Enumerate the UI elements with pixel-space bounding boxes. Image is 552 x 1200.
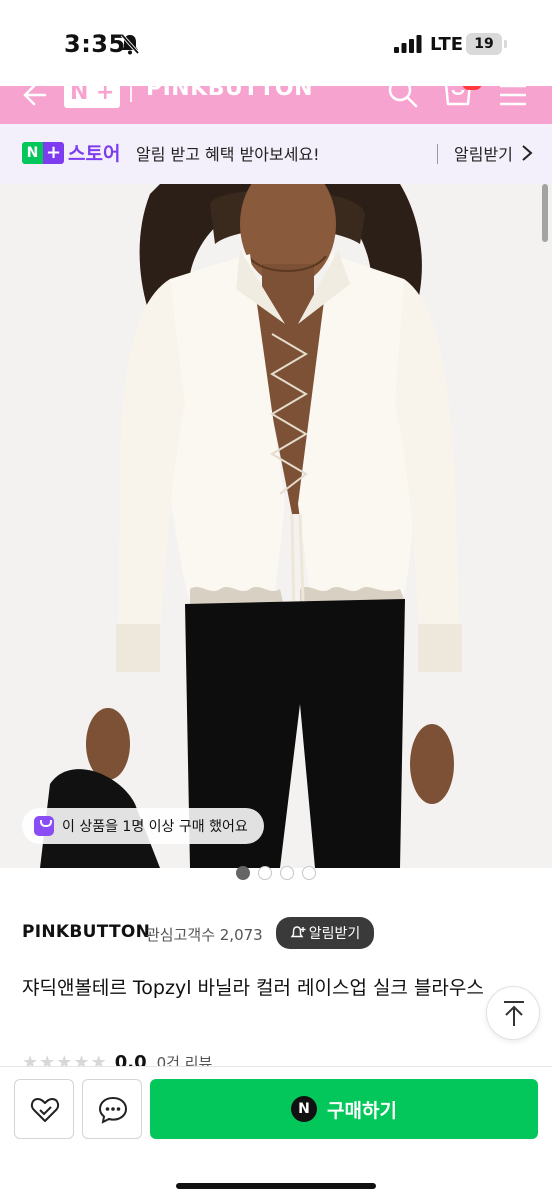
subscribe-alerts-link[interactable]: 알림받기 — [454, 141, 513, 165]
logo-n: N — [70, 86, 89, 105]
store-brand-name[interactable]: PINKBUTTON — [22, 922, 150, 942]
network-type: LTE — [430, 34, 464, 55]
np-logo-plus: + — [43, 142, 64, 164]
naver-plus-store-logo: N + — [22, 142, 64, 164]
chat-bubble-icon — [98, 1096, 128, 1124]
purchase-chip-text: 이 상품을 1명 이상 구매 했어요 — [62, 819, 248, 835]
battery-indicator: 19 — [466, 33, 507, 55]
purchase-social-proof-chip: 이 상품을 1명 이상 구매 했어요 — [22, 808, 264, 844]
header-divider — [130, 86, 132, 102]
search-icon[interactable] — [386, 86, 420, 110]
image-pager — [236, 866, 316, 880]
banner-divider — [437, 144, 438, 164]
product-image[interactable]: 이 상품을 1명 이상 구매 했어요 — [0, 184, 552, 868]
pager-dot[interactable] — [302, 866, 316, 880]
wishlist-button[interactable] — [14, 1079, 74, 1139]
chat-button[interactable] — [82, 1079, 142, 1139]
pager-dot[interactable] — [236, 866, 250, 880]
notification-banner: N + 스토어 알림 받고 혜택 받아보세요! 알림받기 — [0, 124, 552, 184]
bell-plus-icon — [290, 926, 306, 938]
pager-dot[interactable] — [280, 866, 294, 880]
buy-button-label: 구매하기 — [327, 1099, 397, 1122]
scroll-to-top-button[interactable] — [486, 986, 540, 1040]
app-header: N + PINKBUTTON — [0, 86, 552, 124]
back-arrow-icon[interactable] — [18, 86, 48, 110]
store-label: 스토어 — [68, 143, 121, 165]
blouse-photo — [0, 184, 552, 868]
naver-plus-logo[interactable]: N + — [64, 86, 120, 108]
shopping-bag-icon — [34, 816, 54, 836]
alarm-subscribe-button[interactable]: 알림받기 — [276, 917, 374, 949]
pager-dot[interactable] — [258, 866, 272, 880]
banner-message: 알림 받고 혜택 받아보세요! — [136, 145, 320, 164]
wishlist-heart-icon — [30, 1098, 60, 1122]
arrow-up-icon — [504, 1001, 524, 1026]
home-indicator — [176, 1183, 376, 1189]
chevron-right-icon[interactable] — [520, 144, 534, 162]
bottom-action-bar: N 구매하기 — [0, 1066, 552, 1200]
product-title: 쟈딕앤볼테르 Topzyl 바닐라 컬러 레이스업 실크 블라우스 — [22, 977, 484, 999]
np-logo-n: N — [22, 142, 43, 164]
interest-count: 관심고객수 2,073 — [146, 926, 263, 944]
status-time: 3:35 — [64, 30, 126, 58]
header-brand[interactable]: PINKBUTTON — [146, 86, 313, 101]
signal-icon — [394, 35, 422, 53]
logo-plus: + — [96, 86, 115, 105]
bell-slash-icon — [120, 33, 140, 55]
naver-pay-logo: N — [291, 1096, 318, 1122]
alarm-button-label: 알림받기 — [308, 926, 361, 942]
image-scroll-indicator — [542, 184, 548, 242]
buy-button[interactable]: N 구매하기 — [150, 1079, 538, 1139]
status-bar: 3:35 LTE 19 — [0, 0, 552, 86]
hamburger-menu-icon[interactable] — [498, 86, 528, 108]
